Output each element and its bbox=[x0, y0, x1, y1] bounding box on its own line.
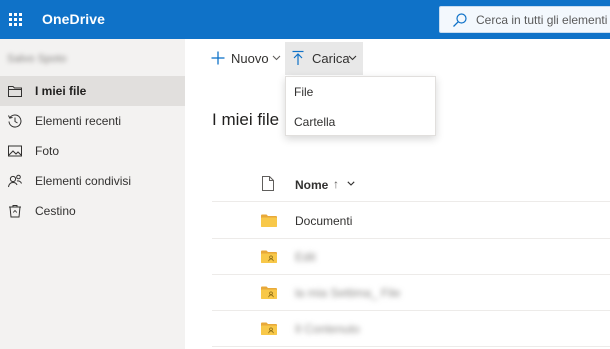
chevron-down-icon bbox=[348, 55, 357, 61]
shared-people-icon bbox=[8, 174, 22, 188]
sidebar-item-photos[interactable]: Foto bbox=[0, 136, 185, 166]
sidebar-item-label: Foto bbox=[35, 144, 60, 158]
upload-file-menu-item[interactable]: File bbox=[286, 77, 437, 107]
new-button-label: Nuovo bbox=[231, 51, 269, 66]
shared-folder-icon bbox=[261, 322, 277, 335]
upload-icon bbox=[292, 50, 304, 65]
folder-icon bbox=[261, 214, 277, 227]
photo-icon bbox=[8, 145, 22, 157]
list-item[interactable]: Edit bbox=[212, 239, 610, 275]
shared-folder-icon bbox=[261, 250, 277, 263]
file-name[interactable]: la mia Settima_ File bbox=[295, 286, 400, 300]
name-column-header[interactable]: Nome bbox=[295, 178, 328, 192]
history-clock-icon bbox=[8, 114, 22, 128]
menu-item-label: File bbox=[294, 85, 314, 99]
file-type-icon[interactable] bbox=[262, 176, 274, 191]
chevron-down-icon[interactable] bbox=[347, 181, 355, 186]
upload-menu: File Cartella bbox=[285, 76, 436, 136]
upload-button-label: Carica bbox=[312, 51, 350, 66]
plus-icon bbox=[211, 51, 225, 65]
folder-icon bbox=[8, 86, 22, 97]
file-name[interactable]: Documenti bbox=[295, 214, 352, 228]
search-box[interactable]: Cerca in tutti gli elementi bbox=[439, 6, 610, 33]
menu-item-label: Cartella bbox=[294, 115, 336, 129]
shared-folder-icon bbox=[261, 286, 277, 299]
list-item[interactable]: la mia Settima_ File bbox=[212, 275, 610, 311]
command-bar: Nuovo Carica bbox=[185, 39, 610, 77]
sidebar-item-shared[interactable]: Elementi condivisi bbox=[0, 166, 185, 196]
sidebar-item-my-files[interactable]: I miei file bbox=[0, 76, 185, 106]
file-name[interactable]: Il Contenuto bbox=[295, 322, 360, 336]
upload-folder-menu-item[interactable]: Cartella bbox=[286, 107, 437, 137]
new-button[interactable]: Nuovo bbox=[206, 42, 282, 75]
search-placeholder: Cerca in tutti gli elementi bbox=[476, 13, 608, 27]
page-title: I miei file bbox=[212, 110, 280, 129]
sidebar-item-label: Elementi recenti bbox=[35, 114, 122, 128]
user-name: Salvo Spoto bbox=[7, 53, 67, 65]
sidebar-item-label: I miei file bbox=[35, 84, 87, 98]
file-list-header: Nome ↑ bbox=[212, 167, 610, 202]
list-item[interactable]: Documenti bbox=[212, 203, 610, 239]
sidebar: Salvo Spoto I miei file Elementi recenti… bbox=[0, 39, 185, 349]
sidebar-item-recycle-bin[interactable]: Cestino bbox=[0, 196, 185, 226]
app-launcher-button[interactable] bbox=[0, 0, 30, 39]
sidebar-item-label: Cestino bbox=[35, 204, 76, 218]
waffle-icon bbox=[8, 13, 22, 26]
search-icon bbox=[453, 13, 467, 27]
sort-ascending-icon: ↑ bbox=[333, 177, 339, 191]
file-name[interactable]: Edit bbox=[295, 250, 316, 264]
chevron-down-icon bbox=[272, 55, 281, 61]
sidebar-item-label: Elementi condivisi bbox=[35, 174, 132, 188]
sidebar-item-recent[interactable]: Elementi recenti bbox=[0, 106, 185, 136]
list-item[interactable]: Il Contenuto bbox=[212, 311, 610, 347]
upload-button[interactable]: Carica bbox=[285, 42, 363, 75]
recycle-bin-icon bbox=[9, 205, 21, 218]
app-title[interactable]: OneDrive bbox=[42, 11, 105, 27]
top-bar: OneDrive Cerca in tutti gli elementi bbox=[0, 0, 610, 39]
